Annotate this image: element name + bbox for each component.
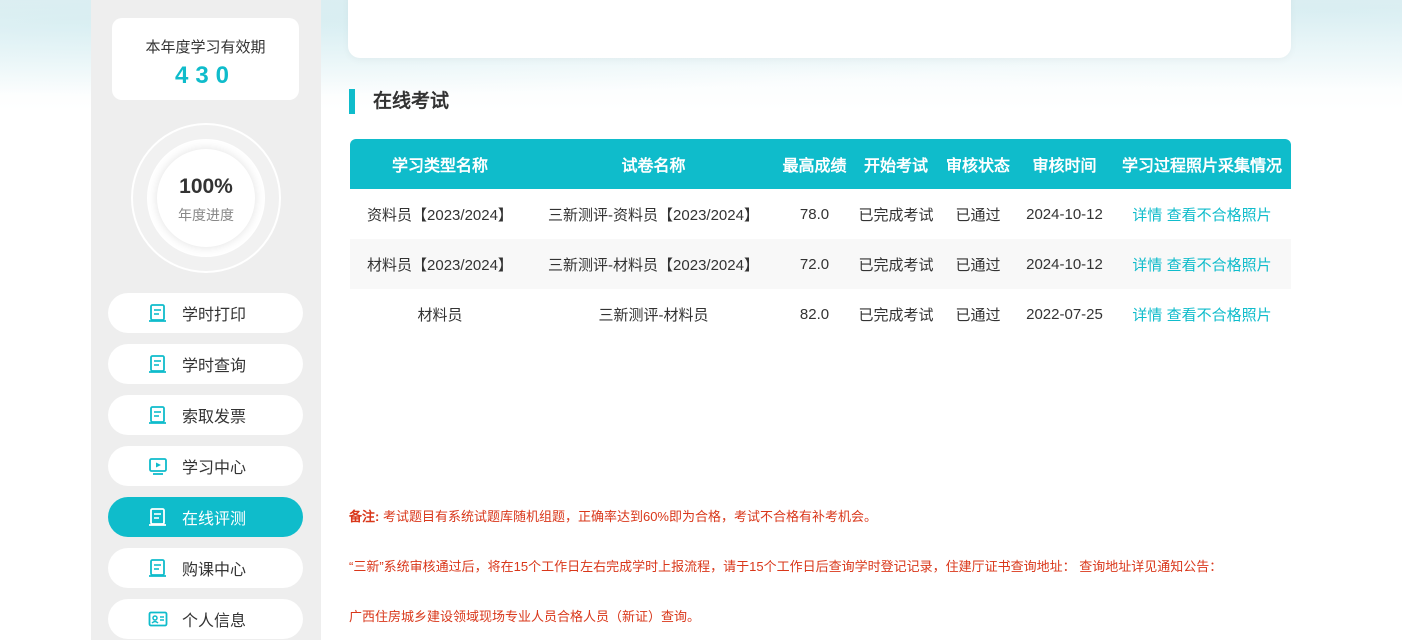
- cell-time: 2024-10-12: [1016, 239, 1113, 289]
- cell-score: 82.0: [799, 305, 830, 323]
- sidebar: 本年度学习有效期 430 100% 年度进度 学时打印 学时查询 索取发票 学习…: [91, 0, 321, 640]
- col-header-paper: 试卷名称: [530, 139, 777, 189]
- document-icon: [148, 354, 168, 374]
- nav-item-hours-query[interactable]: 学时查询: [108, 344, 303, 384]
- cell-score: 72.0: [777, 239, 852, 289]
- section-title: 在线考试: [349, 89, 449, 114]
- detail-link[interactable]: 详情: [1132, 307, 1162, 324]
- cell-score: 78.0: [799, 205, 830, 223]
- validity-card: 本年度学习有效期 430: [112, 18, 299, 100]
- nav-item-label: 购课中心: [182, 562, 247, 579]
- cell-type: 材料员: [417, 306, 463, 324]
- cell-paper: 三新测评-材料员【2023/2024】: [530, 239, 777, 289]
- nav-item-label: 在线评测: [182, 511, 247, 528]
- cell-type: 材料员【2023/2024】: [350, 239, 530, 289]
- cell-photo: 详情 查看不合格照片: [1113, 289, 1291, 339]
- cell-start: 已完成考试: [852, 239, 940, 289]
- note-label: 备注:: [349, 509, 380, 524]
- note-text-1: 考试题目有系统试题库随机组题，正确率达到60%即为合格，考试不合格有补考机会。: [382, 509, 877, 524]
- cell-paper: 三新测评-资料员【2023/2024】: [548, 206, 759, 224]
- note-line-1: 备注: 考试题目有系统试题库随机组题，正确率达到60%即为合格，考试不合格有补考…: [349, 506, 1349, 525]
- top-card: [348, 0, 1291, 58]
- cell-photo: 详情 查看不合格照片: [1113, 189, 1291, 239]
- table-row: 资料员【2023/2024】 三新测评-资料员【2023/2024】 78.0 …: [350, 189, 1291, 239]
- cell-status: 已通过: [955, 306, 1001, 324]
- id-card-icon: [148, 609, 168, 629]
- cell-status: 已通过: [940, 239, 1016, 289]
- cell-status: 已通过: [955, 206, 1001, 224]
- document-icon: [148, 405, 168, 425]
- col-header-status: 审核状态: [940, 139, 1016, 189]
- col-header-score: 最高成绩: [777, 139, 852, 189]
- cell-paper: 三新测评-材料员: [598, 306, 709, 324]
- document-icon: [148, 303, 168, 323]
- nav-item-label: 学时打印: [182, 307, 247, 324]
- nav-item-label: 学时查询: [182, 358, 247, 375]
- col-header-type: 学习类型名称: [350, 139, 530, 189]
- cell-start: 已完成考试: [858, 206, 934, 224]
- document-icon: [148, 558, 168, 578]
- nav-item-learning-center[interactable]: 学习中心: [108, 446, 303, 486]
- col-header-time: 审核时间: [1016, 139, 1113, 189]
- nav-item-label: 索取发票: [182, 409, 247, 426]
- cell-time: 2024-10-12: [1026, 205, 1103, 223]
- validity-value: 430: [174, 62, 237, 89]
- table-row: 材料员【2023/2024】 三新测评-材料员【2023/2024】 72.0 …: [350, 239, 1291, 289]
- view-failed-photos-link[interactable]: 查看不合格照片: [1167, 307, 1272, 324]
- video-play-icon: [148, 456, 168, 476]
- nav-item-invoice[interactable]: 索取发票: [108, 395, 303, 435]
- table-row: 材料员 三新测评-材料员 82.0 已完成考试 已通过 2022-07-25 详…: [350, 289, 1291, 339]
- nav-item-hours-print[interactable]: 学时打印: [108, 293, 303, 333]
- detail-link[interactable]: 详情: [1132, 207, 1162, 224]
- nav-item-course-purchase[interactable]: 购课中心: [108, 548, 303, 588]
- nav-item-label: 学习中心: [182, 460, 247, 477]
- cell-time: 2022-07-25: [1026, 305, 1103, 323]
- col-header-start: 开始考试: [852, 139, 940, 189]
- cell-start: 已完成考试: [858, 306, 934, 324]
- cell-photo: 详情 查看不合格照片: [1113, 239, 1291, 289]
- validity-label: 本年度学习有效期: [145, 39, 266, 56]
- progress-value: 100%: [179, 175, 233, 198]
- nav-item-personal-info[interactable]: 个人信息: [108, 599, 303, 639]
- progress-label: 年度进度: [178, 207, 234, 223]
- detail-link[interactable]: 详情: [1132, 257, 1162, 274]
- progress-inner: 100% 年度进度: [157, 149, 255, 247]
- exam-table: 学习类型名称 试卷名称 最高成绩 开始考试 审核状态 审核时间 学习过程照片采集…: [350, 139, 1291, 339]
- nav-item-label: 个人信息: [182, 613, 247, 630]
- view-failed-photos-link[interactable]: 查看不合格照片: [1167, 207, 1272, 224]
- note-line-2: “三新”系统审核通过后，将在15个工作日左右完成学时上报流程，请于15个工作日后…: [349, 559, 1223, 574]
- cell-type: 资料员【2023/2024】: [367, 206, 513, 224]
- annual-progress-ring: 100% 年度进度: [131, 123, 281, 273]
- nav-item-online-assessment[interactable]: 在线评测: [108, 497, 303, 537]
- document-icon: [148, 507, 168, 527]
- view-failed-photos-link[interactable]: 查看不合格照片: [1167, 257, 1272, 274]
- table-header-row: 学习类型名称 试卷名称 最高成绩 开始考试 审核状态 审核时间 学习过程照片采集…: [350, 139, 1291, 189]
- note-line-3: 广西住房城乡建设领域现场专业人员合格人员（新证）查询。: [349, 609, 701, 624]
- col-header-photo: 学习过程照片采集情况: [1113, 139, 1291, 189]
